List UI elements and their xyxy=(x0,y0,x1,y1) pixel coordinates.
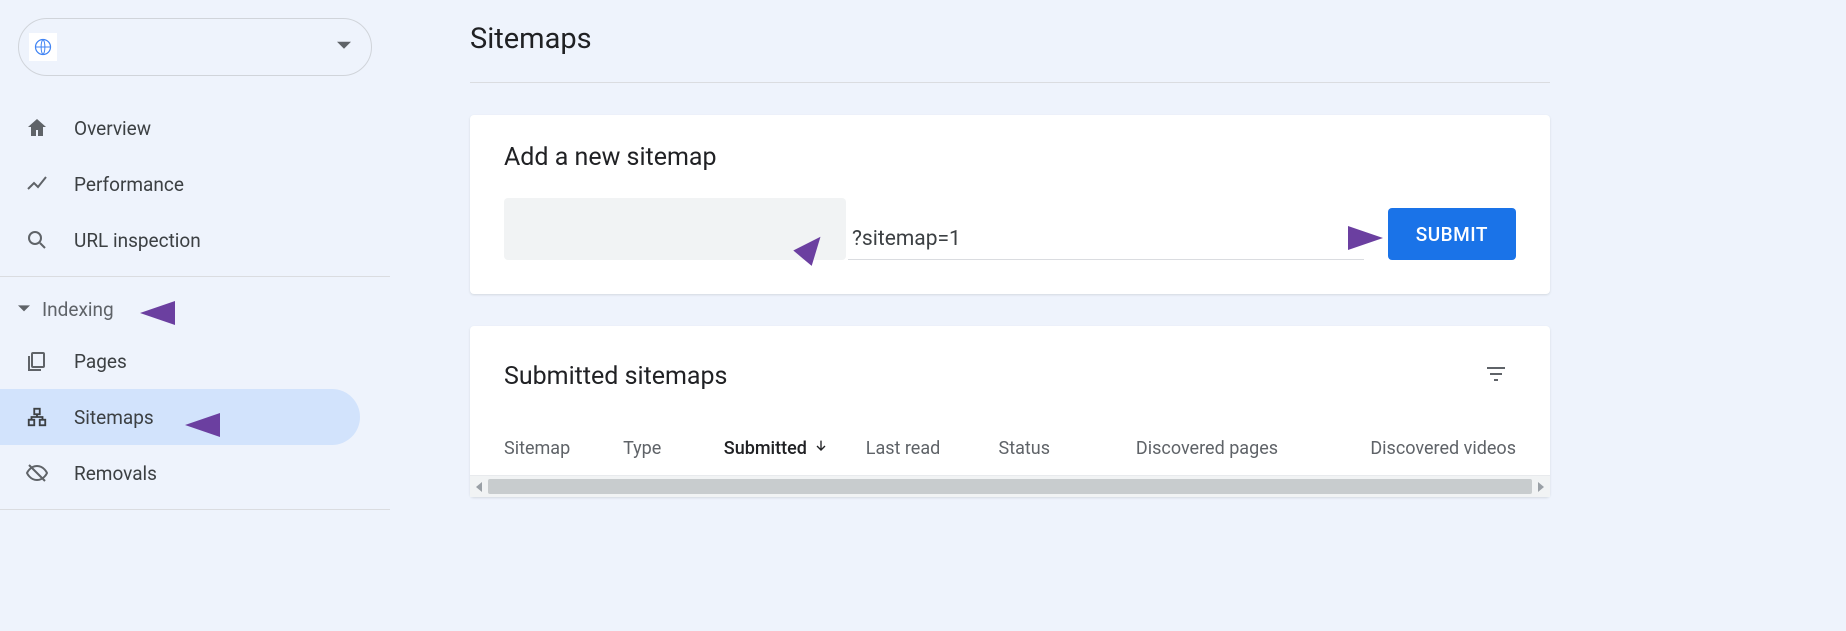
removals-icon xyxy=(24,460,50,486)
column-header-status[interactable]: Status xyxy=(999,438,1136,459)
sort-arrow-down-icon xyxy=(813,438,829,459)
sidebar-item-performance[interactable]: Performance xyxy=(0,156,360,212)
sidebar-item-removals[interactable]: Removals xyxy=(0,445,360,501)
column-header-discovered-pages[interactable]: Discovered pages xyxy=(1136,438,1333,459)
nav-list: Overview Performance URL inspection Inde… xyxy=(0,96,390,510)
add-sitemap-card: Add a new sitemap SUBMIT xyxy=(470,115,1550,294)
column-header-sitemap[interactable]: Sitemap xyxy=(504,438,623,459)
caret-down-icon xyxy=(18,303,30,315)
table-header-row: Sitemap Type Submitted Last read Status … xyxy=(504,438,1516,475)
sidebar-item-url-inspection[interactable]: URL inspection xyxy=(0,212,360,268)
sitemap-input-row: SUBMIT xyxy=(504,198,1516,260)
sidebar-item-sitemaps[interactable]: Sitemaps xyxy=(0,389,360,445)
search-icon xyxy=(24,227,50,253)
filter-icon[interactable] xyxy=(1476,354,1516,398)
main-content: Sitemaps Add a new sitemap SUBMIT Submit… xyxy=(390,0,1846,631)
divider xyxy=(0,276,390,277)
column-header-discovered-videos[interactable]: Discovered videos xyxy=(1333,438,1516,459)
property-selector[interactable] xyxy=(18,18,372,76)
submitted-sitemaps-card: Submitted sitemaps Sitemap Type Submitte… xyxy=(470,326,1550,497)
url-prefix-box xyxy=(504,198,846,260)
sidebar: Overview Performance URL inspection Inde… xyxy=(0,0,390,631)
card-title: Submitted sitemaps xyxy=(504,362,727,391)
sidebar-item-label: Performance xyxy=(74,173,184,196)
scrollbar-thumb[interactable] xyxy=(488,479,1532,494)
horizontal-scrollbar[interactable] xyxy=(470,475,1550,497)
sidebar-item-label: Removals xyxy=(74,462,157,485)
column-header-last-read[interactable]: Last read xyxy=(866,438,999,459)
divider xyxy=(0,509,390,510)
sidebar-item-label: Sitemaps xyxy=(74,406,154,429)
sidebar-item-label: Pages xyxy=(74,350,127,373)
sitemap-url-input[interactable] xyxy=(848,219,1364,260)
sidebar-item-overview[interactable]: Overview xyxy=(0,100,360,156)
pages-icon xyxy=(24,348,50,374)
performance-icon xyxy=(24,171,50,197)
column-header-submitted[interactable]: Submitted xyxy=(724,438,866,459)
column-label: Submitted xyxy=(724,438,807,459)
sidebar-item-pages[interactable]: Pages xyxy=(0,333,360,389)
section-header-indexing[interactable]: Indexing xyxy=(0,285,390,333)
sitemap-icon xyxy=(24,404,50,430)
card-title: Add a new sitemap xyxy=(504,143,1516,172)
globe-icon xyxy=(29,33,57,61)
submit-button[interactable]: SUBMIT xyxy=(1388,208,1516,260)
sidebar-item-label: URL inspection xyxy=(74,229,201,252)
section-label: Indexing xyxy=(42,298,114,321)
column-header-type[interactable]: Type xyxy=(623,438,724,459)
home-icon xyxy=(24,115,50,141)
sidebar-item-label: Overview xyxy=(74,117,151,140)
chevron-down-icon xyxy=(337,38,351,57)
page-title: Sitemaps xyxy=(470,22,1550,83)
